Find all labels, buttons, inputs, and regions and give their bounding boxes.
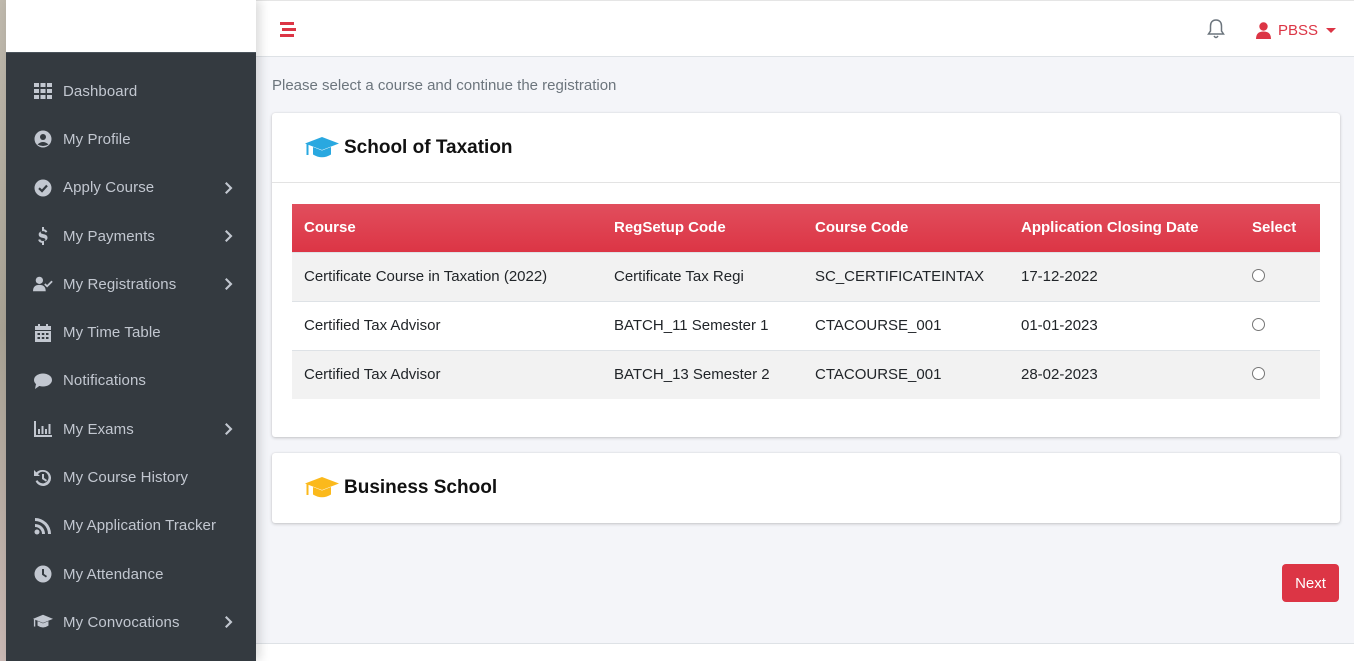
sidebar-item-my-registrations[interactable]: My Registrations — [6, 260, 256, 308]
comment-icon — [33, 371, 53, 391]
history-icon — [33, 468, 53, 488]
cell-course-code: CTACOURSE_001 — [803, 349, 1009, 399]
intro-text: Please select a course and continue the … — [272, 77, 617, 94]
sidebar-item-label: My Profile — [63, 130, 131, 148]
table-row[interactable]: Certified Tax Advisor BATCH_13 Semester … — [292, 349, 1320, 399]
main-content: Please select a course and continue the … — [256, 58, 1354, 644]
select-radio[interactable] — [1252, 268, 1265, 282]
sidebar-item-apply-course[interactable]: Apply Course — [6, 164, 256, 212]
cell-closing-date: 01-01-2023 — [1009, 300, 1240, 350]
column-header-course-code: Course Code — [815, 219, 909, 237]
graduation-cap-icon — [304, 136, 340, 160]
graduation-cap-icon — [304, 476, 340, 500]
school-title: School of Taxation — [344, 136, 513, 158]
course-table: Course RegSetup Code Course Code Applica… — [292, 204, 1320, 399]
chevron-right-icon — [224, 422, 234, 436]
sidebar-item-label: Notifications — [63, 372, 147, 390]
cell-regsetup-code: BATCH_13 Semester 2 — [602, 349, 803, 399]
select-radio[interactable] — [1252, 317, 1265, 331]
check-circle-icon — [33, 178, 53, 198]
cell-closing-date: 28-02-2023 — [1009, 349, 1240, 399]
school-card-taxation: School of Taxation Course RegSetup Code … — [272, 113, 1340, 437]
cell-course-code: CTACOURSE_001 — [803, 300, 1009, 350]
sidebar-item-label: My Time Table — [63, 324, 161, 342]
brand-logo-area — [6, 0, 256, 53]
cell-closing-date: 17-12-2022 — [1009, 251, 1240, 301]
user-icon — [1256, 21, 1271, 39]
sidebar-item-label: My Registrations — [63, 275, 177, 293]
menu-toggle-icon[interactable] — [280, 22, 296, 38]
grid-icon — [33, 81, 53, 101]
footer — [256, 643, 1354, 661]
select-radio[interactable] — [1252, 366, 1265, 380]
sidebar-item-my-convocations[interactable]: My Convocations — [6, 598, 256, 646]
sidebar-item-my-payments[interactable]: My Payments — [6, 212, 256, 260]
cell-course: Certificate Course in Taxation (2022) — [292, 251, 602, 301]
user-check-icon — [33, 274, 53, 294]
sidebar-item-my-time-table[interactable]: My Time Table — [6, 308, 256, 356]
cell-regsetup-code: BATCH_11 Semester 1 — [602, 300, 803, 350]
user-name: PBSS — [1278, 21, 1319, 39]
caret-down-icon — [1326, 27, 1337, 33]
sidebar-item-label: My Course History — [63, 469, 189, 487]
card-header[interactable]: Business School — [272, 453, 1340, 523]
next-button[interactable]: Next — [1282, 564, 1339, 602]
sidebar-item-label: My Application Tracker — [63, 517, 217, 535]
sidebar-item-my-profile[interactable]: My Profile — [6, 115, 256, 163]
sidebar-item-label: My Convocations — [63, 613, 180, 631]
graduation-cap-icon — [33, 612, 53, 632]
cell-course: Certified Tax Advisor — [292, 349, 602, 399]
sidebar-item-label: My Attendance — [63, 565, 164, 583]
chevron-right-icon — [224, 277, 234, 291]
calendar-icon — [33, 323, 53, 343]
card-header[interactable]: School of Taxation — [272, 113, 1340, 183]
cell-course: Certified Tax Advisor — [292, 300, 602, 350]
dollar-icon — [33, 226, 53, 246]
sidebar-item-dashboard[interactable]: Dashboard — [6, 67, 256, 115]
sidebar-item-label: Apply Course — [63, 179, 155, 197]
sidebar-item-label: My Payments — [63, 227, 155, 245]
column-header-select: Select — [1252, 219, 1297, 237]
chevron-right-icon — [224, 615, 234, 629]
sidebar-item-my-exams[interactable]: My Exams — [6, 405, 256, 453]
cell-course-code: SC_CERTIFICATEINTAX — [803, 251, 1009, 301]
school-card-business: Business School — [272, 453, 1340, 523]
sidebar: Dashboard My Profile Apply Course My Pay… — [6, 0, 256, 661]
rss-icon — [33, 516, 53, 536]
sidebar-item-notifications[interactable]: Notifications — [6, 357, 256, 405]
table-header-row: Course RegSetup Code Course Code Applica… — [292, 204, 1320, 252]
column-header-closing-date: Application Closing Date — [1021, 219, 1199, 237]
sidebar-item-my-attendance[interactable]: My Attendance — [6, 550, 256, 598]
sidebar-nav: Dashboard My Profile Apply Course My Pay… — [6, 53, 256, 647]
top-navbar: PBSS — [256, 0, 1354, 57]
chart-bar-icon — [33, 419, 53, 439]
column-header-regsetup-code: RegSetup Code — [614, 219, 726, 237]
clock-icon — [33, 564, 53, 584]
table-row[interactable]: Certified Tax Advisor BATCH_11 Semester … — [292, 300, 1320, 350]
sidebar-item-label: My Exams — [63, 420, 134, 438]
sidebar-item-my-application-tracker[interactable]: My Application Tracker — [6, 502, 256, 550]
chevron-right-icon — [224, 181, 234, 195]
sidebar-item-label: Dashboard — [63, 82, 138, 100]
user-menu-dropdown[interactable]: PBSS — [1256, 19, 1337, 41]
user-circle-icon — [33, 129, 53, 149]
table-row[interactable]: Certificate Course in Taxation (2022) Ce… — [292, 251, 1320, 301]
chevron-right-icon — [224, 229, 234, 243]
sidebar-item-my-course-history[interactable]: My Course History — [6, 453, 256, 501]
school-title: Business School — [344, 477, 498, 498]
cell-regsetup-code: Certificate Tax Regi — [602, 251, 803, 301]
bell-icon[interactable] — [1206, 18, 1228, 40]
column-header-course: Course — [304, 219, 356, 237]
